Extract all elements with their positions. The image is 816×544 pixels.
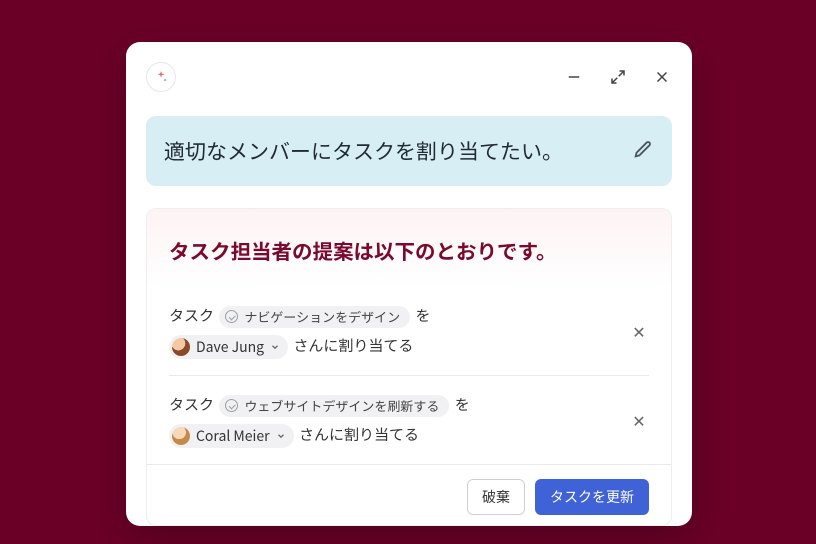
task-name: ナビゲーションをデザイン: [244, 308, 400, 326]
close-button[interactable]: [652, 67, 672, 87]
task-status-icon: [225, 399, 238, 412]
user-prompt-text: 適切なメンバーにタスクを割り当てたい。: [164, 136, 563, 166]
response-header: タスク担当者の提案は以下のとおりです。: [147, 209, 671, 287]
task-prefix-label: タスク: [169, 394, 214, 415]
suggestion-row: タスク ウェブサイトデザインを刷新する を Coral Meier さんに割り当…: [169, 375, 649, 464]
ai-assist-window: 適切なメンバーにタスクを割り当てたい。 タスク担当者の提案は以下のとおりです。 …: [126, 42, 692, 526]
task-suffix-label: を: [455, 394, 470, 415]
task-chip[interactable]: ナビゲーションをデザイン: [219, 306, 410, 328]
task-chip[interactable]: ウェブサイトデザインを刷新する: [219, 395, 449, 417]
assignee-name: Coral Meier: [196, 422, 270, 450]
remove-suggestion-button[interactable]: ✕: [629, 321, 649, 341]
expand-button[interactable]: [608, 67, 628, 87]
assign-suffix-label: さんに割り当てる: [299, 424, 419, 445]
chevron-down-icon: [276, 422, 286, 450]
task-suffix-label: を: [416, 305, 431, 326]
remove-suggestion-button[interactable]: ✕: [629, 410, 649, 430]
assignee-picker[interactable]: Coral Meier: [169, 424, 294, 448]
titlebar: [146, 60, 672, 94]
edit-prompt-button[interactable]: [632, 138, 654, 165]
response-card: タスク担当者の提案は以下のとおりです。 タスク ナビゲーションをデザイン を D…: [146, 208, 672, 526]
task-prefix-label: タスク: [169, 305, 214, 326]
ai-sparkle-icon: [146, 62, 176, 92]
update-tasks-button[interactable]: タスクを更新: [535, 479, 649, 515]
action-row: 破棄 タスクを更新: [147, 464, 671, 525]
assignee-name: Dave Jung: [196, 333, 264, 361]
minimize-button[interactable]: [564, 67, 584, 87]
assignee-picker[interactable]: Dave Jung: [169, 335, 288, 359]
task-status-icon: [225, 310, 238, 323]
response-title: タスク担当者の提案は以下のとおりです。: [169, 235, 649, 265]
assign-suffix-label: さんに割り当てる: [293, 335, 413, 356]
discard-button[interactable]: 破棄: [467, 479, 525, 515]
avatar: [172, 338, 190, 356]
suggestion-row: タスク ナビゲーションをデザイン を Dave Jung さんに割り当てる ✕: [169, 287, 649, 375]
suggestion-list: タスク ナビゲーションをデザイン を Dave Jung さんに割り当てる ✕: [147, 287, 671, 464]
avatar: [172, 427, 190, 445]
user-prompt-box: 適切なメンバーにタスクを割り当てたい。: [146, 116, 672, 186]
task-name: ウェブサイトデザインを刷新する: [244, 397, 439, 415]
chevron-down-icon: [270, 333, 280, 361]
